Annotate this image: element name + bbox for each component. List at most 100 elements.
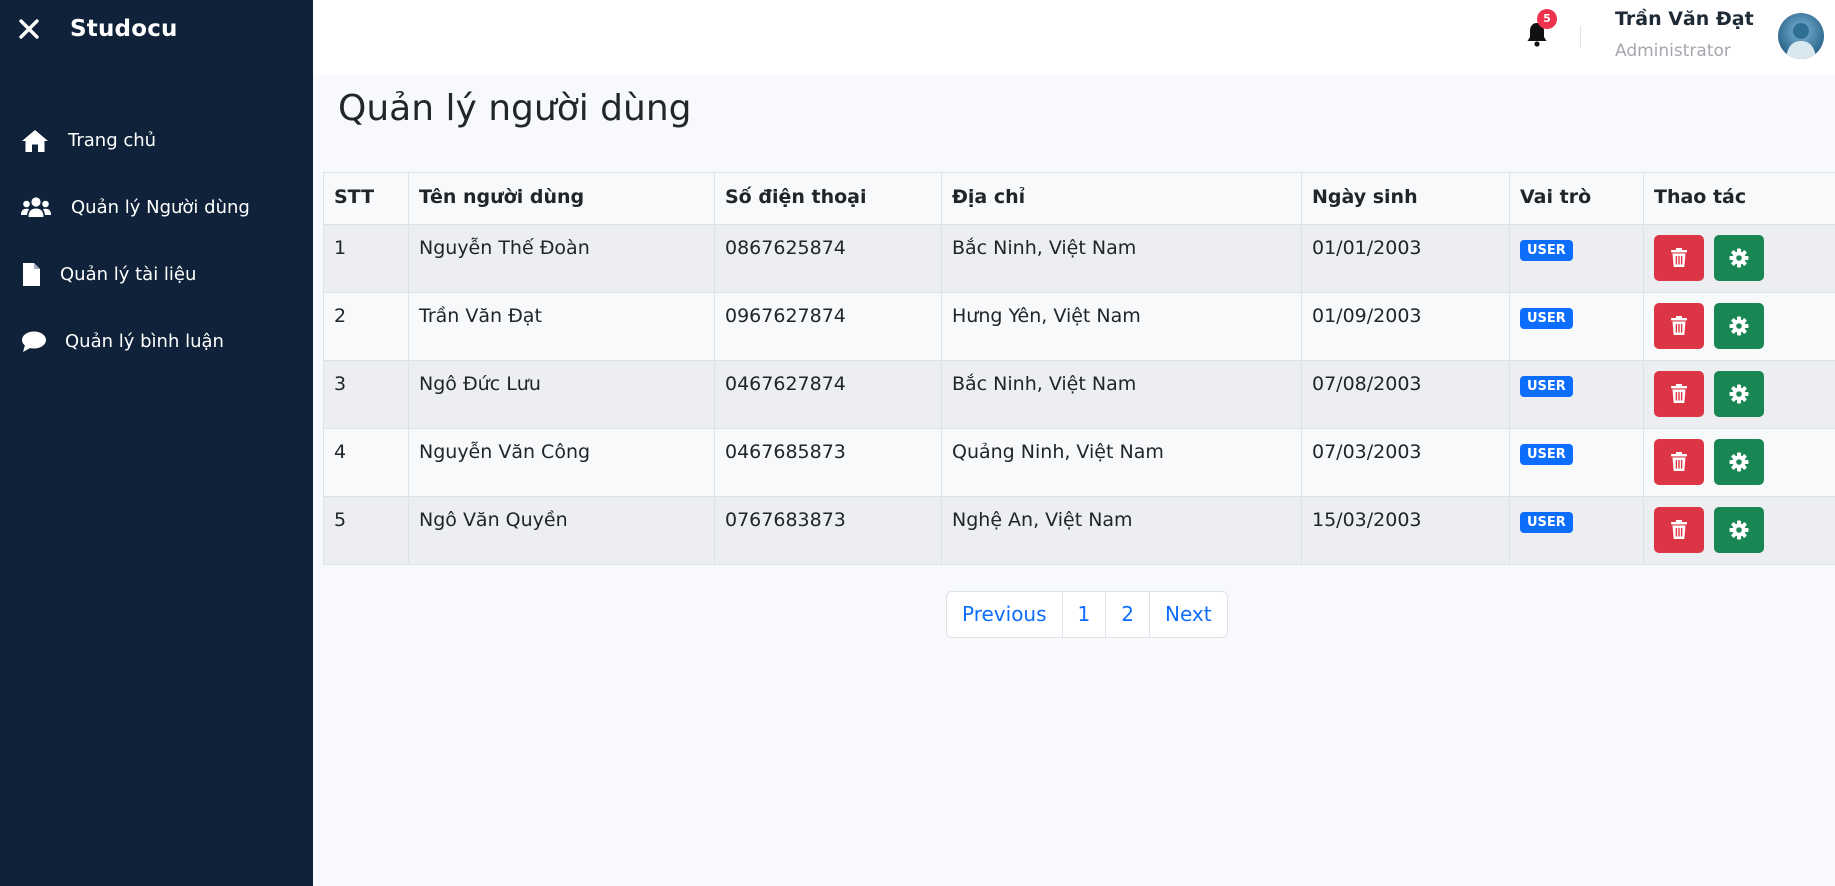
- brand-name: Studocu: [70, 16, 178, 42]
- cell-stt: 1: [323, 224, 409, 293]
- sidebar-item-label: Quản lý bình luận: [65, 331, 224, 352]
- cell-stt: 5: [323, 496, 409, 565]
- cell-name: Nguyễn Thế Đoàn: [408, 224, 715, 293]
- avatar[interactable]: [1778, 13, 1824, 59]
- header-divider: [1580, 26, 1581, 48]
- cell-address: Bắc Ninh, Việt Nam: [941, 360, 1302, 429]
- gear-icon: [1729, 520, 1749, 540]
- sidebar-item-label: Trang chủ: [68, 130, 157, 151]
- users-icon: [20, 195, 52, 221]
- role-badge: USER: [1520, 444, 1573, 465]
- settings-button[interactable]: [1714, 303, 1765, 349]
- role-badge: USER: [1520, 376, 1573, 397]
- cell-dob: 01/01/2003: [1301, 224, 1510, 293]
- delete-button[interactable]: [1654, 371, 1704, 417]
- pagination-page-1[interactable]: 1: [1061, 592, 1106, 637]
- pagination-next[interactable]: Next: [1149, 592, 1227, 637]
- trash-icon: [1671, 520, 1687, 539]
- top-header: [313, 0, 1835, 75]
- cell-stt: 2: [323, 292, 409, 361]
- settings-button[interactable]: [1714, 235, 1765, 281]
- comment-icon: [20, 329, 52, 355]
- file-icon: [20, 262, 52, 288]
- trash-icon: [1671, 316, 1687, 335]
- sidebar-item-documents[interactable]: Quản lý tài liệu: [0, 251, 313, 299]
- cell-address: Quảng Ninh, Việt Nam: [941, 428, 1302, 497]
- gear-icon: [1729, 316, 1749, 336]
- table-row: 3 Ngô Đức Lưu 0467627874 Bắc Ninh, Việt …: [323, 360, 1835, 429]
- cell-actions: [1643, 496, 1835, 565]
- sidebar-item-label: Quản lý tài liệu: [60, 264, 197, 285]
- column-header: STT: [323, 172, 409, 225]
- sidebar-brand: Studocu: [0, 0, 313, 64]
- cell-actions: [1643, 360, 1835, 429]
- settings-button[interactable]: [1714, 371, 1765, 417]
- cell-role: USER: [1509, 496, 1644, 565]
- delete-button[interactable]: [1654, 303, 1704, 349]
- sidebar: Studocu Trang chủ Quản lý Người dùng Quả…: [0, 0, 313, 886]
- trash-icon: [1671, 452, 1687, 471]
- sidebar-item-label: Quản lý Người dùng: [71, 197, 250, 218]
- cell-dob: 01/09/2003: [1301, 292, 1510, 361]
- column-header: Vai trò: [1509, 172, 1644, 225]
- column-header: Ngày sinh: [1301, 172, 1510, 225]
- sidebar-item-users[interactable]: Quản lý Người dùng: [0, 184, 313, 232]
- cell-actions: [1643, 428, 1835, 497]
- table-header-row: STT Tên người dùng Số điện thoại Địa chỉ…: [323, 172, 1835, 225]
- cell-name: Trần Văn Đạt: [408, 292, 715, 361]
- settings-button[interactable]: [1714, 507, 1765, 553]
- role-badge: USER: [1520, 308, 1573, 329]
- cell-dob: 15/03/2003: [1301, 496, 1510, 565]
- pagination-page-2[interactable]: 2: [1105, 592, 1149, 637]
- page-title: Quản lý người dùng: [338, 88, 692, 129]
- gear-icon: [1729, 248, 1749, 268]
- cell-address: Nghệ An, Việt Nam: [941, 496, 1302, 565]
- cell-name: Ngô Văn Quyền: [408, 496, 715, 565]
- column-header: Thao tác: [1643, 172, 1835, 225]
- cell-role: USER: [1509, 224, 1644, 293]
- trash-icon: [1671, 384, 1687, 403]
- cell-role: USER: [1509, 428, 1644, 497]
- delete-button[interactable]: [1654, 507, 1704, 553]
- gear-icon: [1729, 452, 1749, 472]
- role-badge: USER: [1520, 512, 1573, 533]
- cell-phone: 0467685873: [714, 428, 942, 497]
- cell-phone: 0467627874: [714, 360, 942, 429]
- cell-address: Hưng Yên, Việt Nam: [941, 292, 1302, 361]
- cell-dob: 07/08/2003: [1301, 360, 1510, 429]
- cell-phone: 0767683873: [714, 496, 942, 565]
- sidebar-item-home[interactable]: Trang chủ: [0, 117, 313, 165]
- home-icon: [20, 128, 52, 154]
- notification-count-badge: 5: [1537, 9, 1557, 29]
- table-row: 1 Nguyễn Thế Đoàn 0867625874 Bắc Ninh, V…: [323, 224, 1835, 293]
- cell-phone: 0967627874: [714, 292, 942, 361]
- cell-stt: 4: [323, 428, 409, 497]
- cell-role: USER: [1509, 292, 1644, 361]
- table-row: 4 Nguyễn Văn Công 0467685873 Quảng Ninh,…: [323, 428, 1835, 497]
- user-role: Administrator: [1615, 41, 1731, 61]
- sidebar-item-comments[interactable]: Quản lý bình luận: [0, 318, 313, 366]
- cell-actions: [1643, 292, 1835, 361]
- table-row: 5 Ngô Văn Quyền 0767683873 Nghệ An, Việt…: [323, 496, 1835, 565]
- cell-phone: 0867625874: [714, 224, 942, 293]
- users-table: STT Tên người dùng Số điện thoại Địa chỉ…: [323, 172, 1835, 565]
- cell-address: Bắc Ninh, Việt Nam: [941, 224, 1302, 293]
- delete-button[interactable]: [1654, 235, 1704, 281]
- cell-stt: 3: [323, 360, 409, 429]
- pagination-previous[interactable]: Previous: [947, 592, 1062, 637]
- close-icon[interactable]: [16, 16, 42, 42]
- delete-button[interactable]: [1654, 439, 1704, 485]
- users-table-container: STT Tên người dùng Số điện thoại Địa chỉ…: [323, 172, 1835, 565]
- gear-icon: [1729, 384, 1749, 404]
- settings-button[interactable]: [1714, 439, 1765, 485]
- user-name: Trần Văn Đạt: [1615, 8, 1754, 30]
- table-row: 2 Trần Văn Đạt 0967627874 Hưng Yên, Việt…: [323, 292, 1835, 361]
- cell-actions: [1643, 224, 1835, 293]
- cell-role: USER: [1509, 360, 1644, 429]
- cell-name: Ngô Đức Lưu: [408, 360, 715, 429]
- role-badge: USER: [1520, 240, 1573, 261]
- column-header: Số điện thoại: [714, 172, 942, 225]
- cell-dob: 07/03/2003: [1301, 428, 1510, 497]
- column-header: Tên người dùng: [408, 172, 715, 225]
- trash-icon: [1671, 248, 1687, 267]
